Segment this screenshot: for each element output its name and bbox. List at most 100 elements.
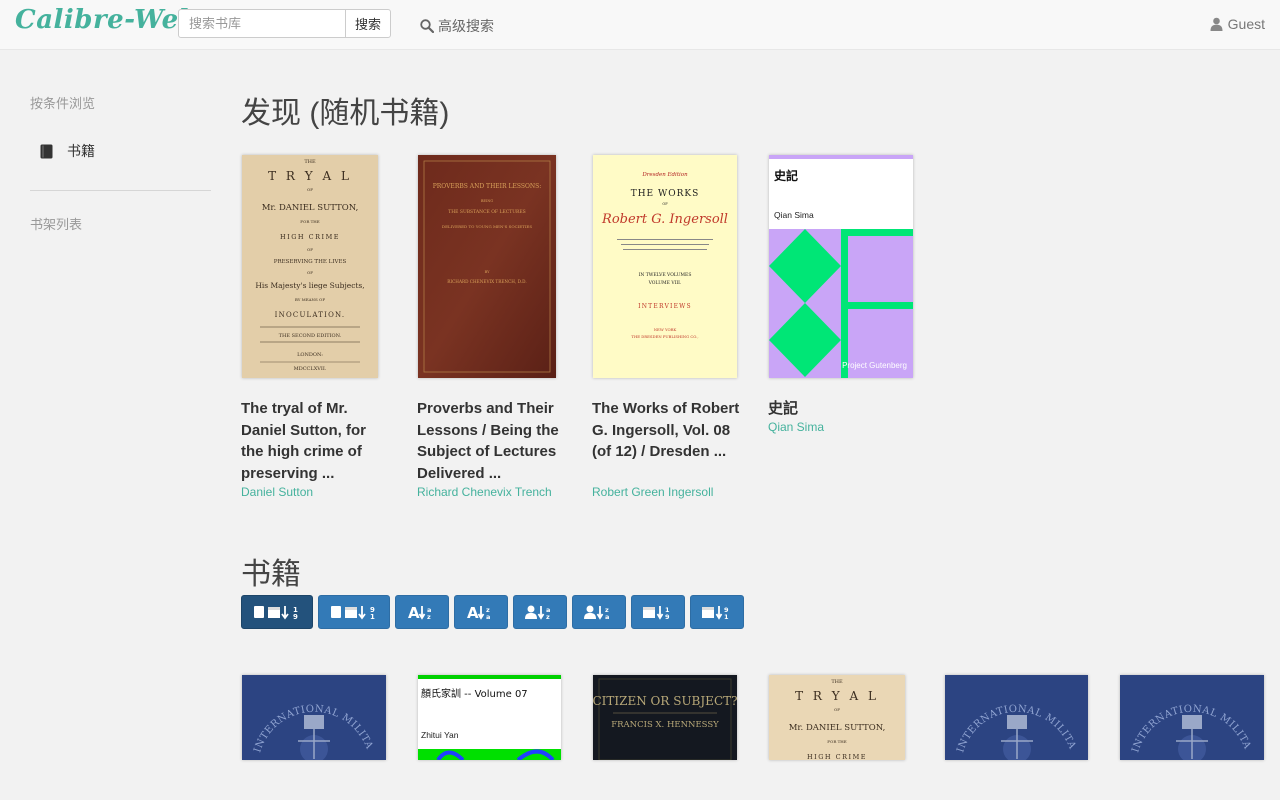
cover-text: BY MEANS OF	[295, 297, 325, 302]
cover-military-art: INTERNATIONAL MILITARY TRIBU	[1120, 675, 1264, 760]
book-cover-military-tribunal[interactable]: INTERNATIONAL MILITARY TRIBU	[242, 675, 386, 760]
sort-book-date-asc-button[interactable]: 9 1	[318, 595, 390, 629]
cover-text: THE SUBSTANCE OF LECTURES	[448, 209, 526, 215]
cover-proverbs-art: PROVERBS AND THEIR LESSONS: BEING THE SU…	[418, 155, 556, 378]
sort-author-desc-button[interactable]: z a	[572, 595, 626, 629]
book-cover-citizen[interactable]: CITIZEN OR SUBJECT? FRANCIS X. HENNESSY	[593, 675, 737, 760]
cover-text: OF	[662, 202, 668, 206]
sort-author-asc-icon: a z	[525, 605, 550, 620]
cover-text: LONDON:	[297, 352, 323, 358]
cover-text: HIGH CRIME	[807, 753, 867, 760]
cover-military-art: INTERNATIONAL MILITARY TRIBU	[945, 675, 1088, 760]
cover-text: RICHARD CHENEVIX TRENCH, D.D.	[447, 279, 526, 284]
user-menu[interactable]: Guest	[1210, 16, 1265, 32]
sort-book-date-desc-button[interactable]: 1 9	[241, 595, 313, 629]
svg-text:A: A	[408, 604, 420, 620]
search-icon	[420, 19, 434, 33]
book-cover-military-tribunal-2[interactable]: INTERNATIONAL MILITARY TRIBU	[945, 675, 1088, 760]
svg-text:1: 1	[724, 613, 729, 620]
book-cover-yan[interactable]: 顏氏家訓 -- Volume 07 Zhitui Yan	[418, 675, 561, 760]
sidebar-shelves-heading[interactable]: 书架列表	[30, 214, 82, 233]
advanced-search-link[interactable]: 高级搜索	[420, 16, 494, 36]
cover-text: FRANCIS X. HENNESSY	[611, 720, 719, 730]
cover-yan-art: 顏氏家訓 -- Volume 07 Zhitui Yan	[418, 675, 561, 760]
cover-text: VOLUME VIII.	[648, 280, 682, 286]
cover-text: OF	[307, 187, 313, 192]
cover-text: 顏氏家訓 -- Volume 07	[421, 687, 528, 700]
book-cover-tryal-2[interactable]: THE T R Y A L OF Mr. DANIEL SUTTON, FOR …	[769, 675, 905, 760]
cover-text: THE DRESDEN PUBLISHING CO.,	[631, 334, 698, 339]
svg-text:9: 9	[293, 613, 298, 620]
cover-text: FOR THE	[300, 219, 319, 224]
sort-alpha-desc-icon: A z a	[467, 604, 490, 620]
sort-pubdate-asc-icon: 1 9	[643, 606, 670, 620]
cover-text: Project Gutenberg	[842, 361, 907, 370]
book-author[interactable]: Qian Sima	[768, 420, 824, 434]
cover-military-art: INTERNATIONAL MILITARY TRIBU	[242, 675, 386, 760]
sort-book-date-icon: 1 9	[254, 606, 298, 620]
book-author[interactable]: Robert Green Ingersoll	[592, 485, 713, 499]
cover-text: NEW YORK	[654, 327, 677, 332]
advanced-search-label: 高级搜索	[438, 18, 494, 34]
cover-text: PROVERBS AND THEIR LESSONS:	[433, 183, 542, 190]
sidebar-item-books[interactable]: 书籍	[40, 141, 95, 161]
cover-text: OF	[834, 707, 840, 712]
cover-text: T R Y A L	[795, 689, 879, 703]
svg-text:a: a	[486, 613, 490, 620]
cover-text: Mr. DANIEL SUTTON,	[789, 723, 886, 733]
book-title[interactable]: 史記	[768, 398, 918, 420]
sidebar-divider	[30, 190, 211, 191]
svg-text:A: A	[467, 604, 479, 620]
cover-text: Robert G. Ingersoll	[601, 212, 728, 227]
book-cover-tryal[interactable]: THE T R Y A L OF Mr. DANIEL SUTTON, FOR …	[242, 155, 378, 378]
sort-pubdate-asc-button[interactable]: 1 9	[631, 595, 685, 629]
cover-text: His Majesty's liege Subjects,	[255, 281, 364, 290]
cover-text: THE SECOND EDITION.	[279, 333, 342, 339]
cover-citizen-art: CITIZEN OR SUBJECT? FRANCIS X. HENNESSY	[593, 675, 737, 760]
cover-text: T R Y A L	[268, 169, 352, 183]
book-title[interactable]: Proverbs and Their Lessons / Being the S…	[417, 398, 567, 484]
book-cover-proverbs[interactable]: PROVERBS AND THEIR LESSONS: BEING THE SU…	[418, 155, 556, 378]
cover-text: Qian Sima	[774, 210, 814, 220]
sidebar-browse-heading: 按条件浏览	[30, 96, 96, 111]
search-button[interactable]: 搜索	[345, 9, 391, 38]
cover-text: BY	[485, 270, 491, 274]
svg-text:9: 9	[665, 613, 670, 620]
book-cover-shiji[interactable]: 史記 Qian Sima Project Gutenberg	[769, 155, 913, 378]
cover-text: THE	[831, 679, 843, 685]
book-author[interactable]: Daniel Sutton	[241, 485, 313, 499]
top-navbar: Calibre-Web 搜索 高级搜索 Guest	[0, 0, 1280, 50]
book-cover-military-tribunal-3[interactable]: INTERNATIONAL MILITARY TRIBU	[1120, 675, 1264, 760]
book-title[interactable]: The Works of Robert G. Ingersoll, Vol. 0…	[592, 398, 742, 463]
cover-text: PRESERVING THE LIVES	[274, 259, 347, 265]
cover-tryal-2-art: THE T R Y A L OF Mr. DANIEL SUTTON, FOR …	[769, 675, 905, 760]
book-cover-ingersoll[interactable]: Dresden Edition THE WORKS OF Robert G. I…	[593, 155, 737, 378]
search-input[interactable]	[178, 9, 346, 38]
cover-text: IN TWELVE VOLUMES	[639, 272, 692, 278]
sort-title-asc-button[interactable]: A a z	[395, 595, 449, 629]
sort-alpha-asc-icon: A a z	[408, 604, 431, 620]
cover-ingersoll-art: Dresden Edition THE WORKS OF Robert G. I…	[593, 155, 737, 378]
discover-title: 发现 (随机书籍)	[241, 97, 450, 130]
books-section-title: 书籍	[241, 558, 301, 591]
cover-text: INTERVIEWS	[638, 303, 692, 310]
sort-author-desc-icon: z a	[584, 605, 609, 620]
cover-text: Mr. DANIEL SUTTON,	[262, 203, 359, 213]
cover-text: INOCULATION.	[275, 311, 346, 319]
book-title[interactable]: The tryal of Mr. Daniel Sutton, for the …	[241, 398, 391, 484]
cover-shiji-art: 史記 Qian Sima Project Gutenberg	[769, 155, 913, 378]
sort-pubdate-desc-button[interactable]: 9 1	[690, 595, 744, 629]
cover-text: OF	[307, 247, 313, 252]
svg-text:1: 1	[370, 613, 375, 620]
sort-title-desc-button[interactable]: A z a	[454, 595, 508, 629]
sort-author-asc-button[interactable]: a z	[513, 595, 567, 629]
book-icon	[40, 144, 53, 158]
cover-text: 史記	[774, 168, 798, 183]
sort-pubdate-desc-icon: 9 1	[702, 606, 729, 620]
cover-text: HIGH CRIME	[280, 233, 340, 241]
cover-text: Dresden Edition	[641, 172, 688, 178]
svg-text:z: z	[427, 613, 431, 620]
book-author[interactable]: Richard Chenevix Trench	[417, 485, 552, 499]
brand-logo[interactable]: Calibre-Web	[15, 5, 197, 35]
cover-text: THE	[304, 159, 316, 165]
